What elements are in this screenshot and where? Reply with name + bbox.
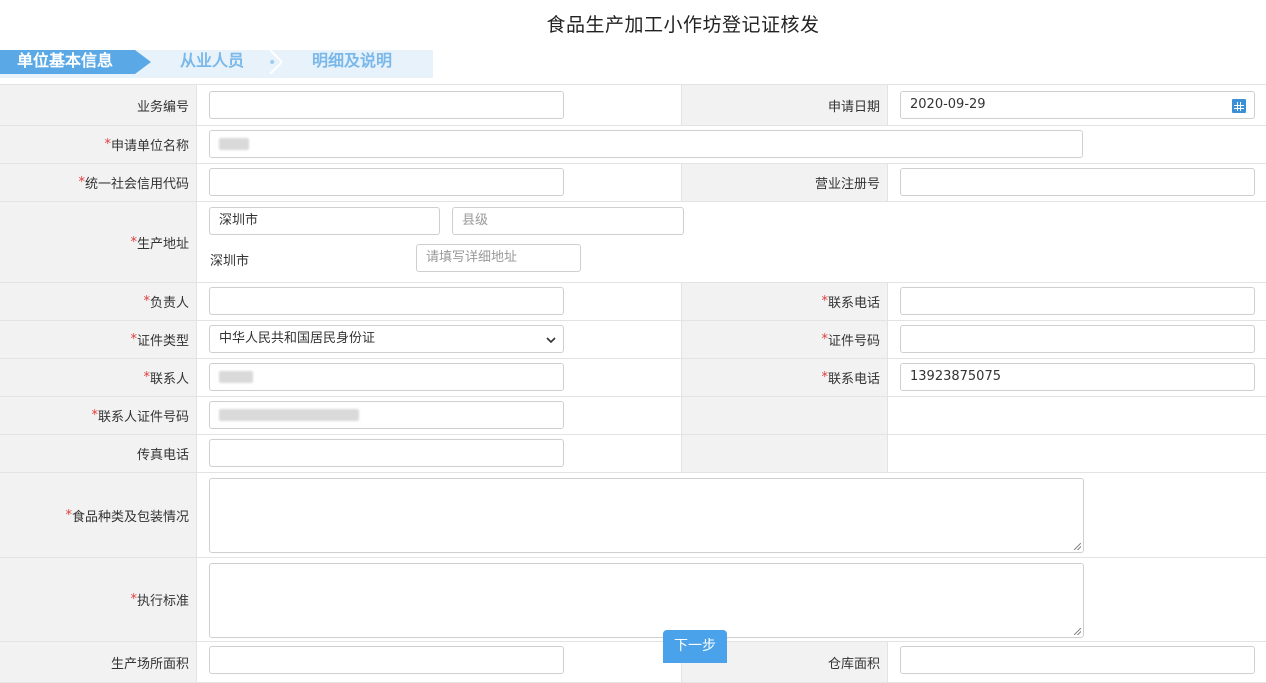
fax-label: 传真电话 <box>0 435 197 472</box>
food-types-label: * 食品种类及包装情况 <box>0 473 197 557</box>
principal-phone-input[interactable] <box>900 287 1255 315</box>
business-no-label: 业务编号 <box>0 85 197 125</box>
registration-form: 业务编号 申请日期 2020-09-29 * 申请单位名称 * 统一社会信用代码 营… <box>0 84 1266 683</box>
credit-code-label: * 统一社会信用代码 <box>0 164 197 201</box>
apply-date-input[interactable]: 2020-09-29 <box>900 91 1255 119</box>
contact-id-input[interactable] <box>209 401 564 429</box>
id-no-input[interactable] <box>900 325 1255 353</box>
city-select[interactable]: 深圳市 <box>209 207 440 235</box>
contact-id-label: * 联系人证件号码 <box>0 397 197 434</box>
contact-input[interactable] <box>209 363 564 391</box>
principal-label: * 负责人 <box>0 283 197 320</box>
city-text: 深圳市 <box>210 254 250 269</box>
redacted-text <box>219 370 253 383</box>
step-tab-basic-info[interactable]: 单位基本信息 <box>0 50 135 74</box>
resize-grip-icon[interactable] <box>1074 543 1081 550</box>
address-label: * 生产地址 <box>0 202 197 282</box>
page-title: 食品生产加工小作坊登记证核发 <box>546 14 820 36</box>
step-tabs: 单位基本信息 从业人员 • 明细及说明 <box>0 50 433 78</box>
redacted-text <box>219 137 249 150</box>
apply-date-value: 2020-09-29 <box>910 97 986 112</box>
calendar-icon[interactable] <box>1232 99 1246 113</box>
detail-address-input[interactable]: 请填写详细地址 <box>416 244 581 272</box>
principal-input[interactable] <box>209 287 564 315</box>
form-row: * 联系人 * 联系电话 13923875075 <box>0 359 1266 397</box>
site-area-input[interactable] <box>209 646 564 674</box>
step-tab-details[interactable]: 明细及说明 <box>312 50 392 74</box>
standard-textarea[interactable] <box>209 563 1084 638</box>
county-select[interactable]: 县级 <box>452 207 684 235</box>
contact-phone-input[interactable]: 13923875075 <box>900 363 1255 391</box>
form-row: * 执行标准 <box>0 558 1266 642</box>
principal-phone-label: * 联系电话 <box>681 283 888 320</box>
fax-input[interactable] <box>209 439 564 467</box>
step-arrow-icon <box>269 50 282 74</box>
empty-label-cell <box>681 435 888 472</box>
credit-code-input[interactable] <box>209 168 564 196</box>
form-row: * 证件类型 中华人民共和国居民身份证 * 证件号码 <box>0 321 1266 359</box>
step-tab-staff[interactable]: 从业人员 <box>180 50 244 74</box>
redacted-text <box>219 408 359 421</box>
form-row: * 食品种类及包装情况 <box>0 473 1266 558</box>
business-no-input[interactable] <box>209 91 564 119</box>
resize-grip-icon[interactable] <box>1074 628 1081 635</box>
unit-name-label: * 申请单位名称 <box>0 126 197 163</box>
site-area-label: 生产场所面积 <box>0 642 197 682</box>
id-type-label: * 证件类型 <box>0 321 197 358</box>
contact-phone-label: * 联系电话 <box>681 359 888 396</box>
chevron-down-icon <box>546 337 556 344</box>
form-row: * 负责人 * 联系电话 <box>0 283 1266 321</box>
form-row: * 统一社会信用代码 营业注册号 <box>0 164 1266 202</box>
id-no-label: * 证件号码 <box>681 321 888 358</box>
form-row: * 联系人证件号码 <box>0 397 1266 435</box>
id-type-value: 中华人民共和国居民身份证 <box>219 331 376 346</box>
apply-date-label: 申请日期 <box>681 85 888 125</box>
unit-name-input[interactable] <box>209 130 1083 158</box>
form-row: 传真电话 <box>0 435 1266 473</box>
contact-label: * 联系人 <box>0 359 197 396</box>
warehouse-area-input[interactable] <box>900 646 1255 674</box>
reg-no-input[interactable] <box>900 168 1255 196</box>
empty-label-cell <box>681 397 888 434</box>
form-row: 业务编号 申请日期 2020-09-29 <box>0 85 1266 126</box>
next-step-button[interactable]: 下一步 <box>663 630 727 663</box>
form-row: * 申请单位名称 <box>0 126 1266 164</box>
standard-label: * 执行标准 <box>0 558 197 641</box>
form-row: 生产场所面积 仓库面积 <box>0 642 1266 683</box>
reg-no-label: 营业注册号 <box>681 164 888 201</box>
id-type-select[interactable]: 中华人民共和国居民身份证 <box>209 325 564 353</box>
food-types-textarea[interactable] <box>209 478 1084 553</box>
step-arrow-icon <box>135 50 151 74</box>
form-row: * 生产地址 深圳市 县级 深圳市 请填写详细地址 <box>0 202 1266 283</box>
